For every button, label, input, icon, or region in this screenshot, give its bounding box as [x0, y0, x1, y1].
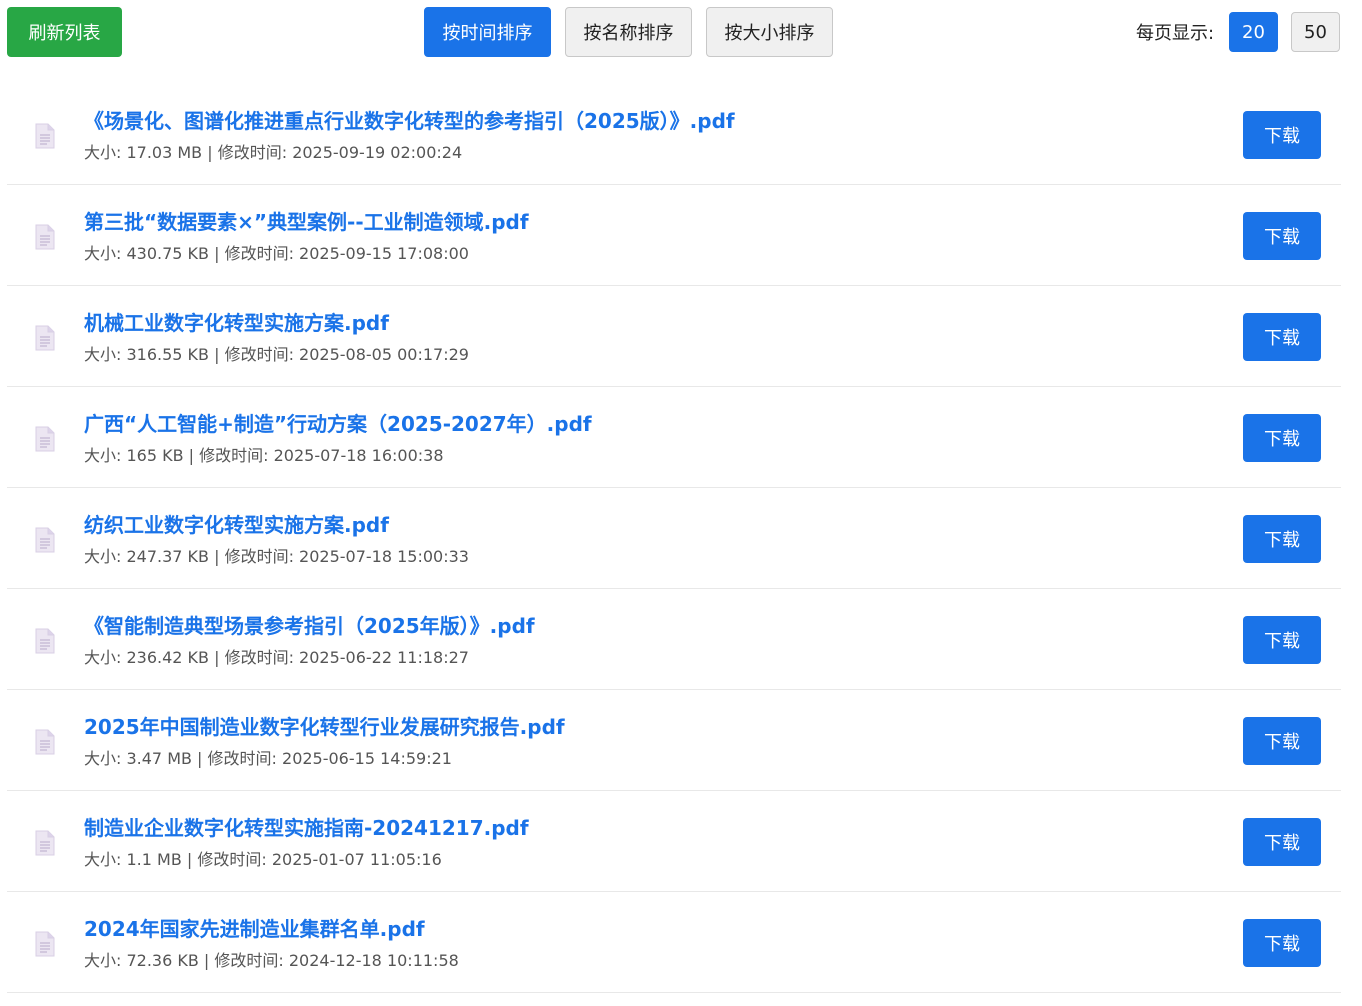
file-list-item: 机械工业数字化转型实施方案.pdf 大小: 316.55 KB | 修改时间: … [7, 286, 1341, 387]
download-button[interactable]: 下载 [1243, 717, 1321, 765]
file-list-item: 广西“人工智能+制造”行动方案（2025-2027年）.pdf 大小: 165 … [7, 387, 1341, 488]
sort-by-name-button[interactable]: 按名称排序 [565, 7, 692, 57]
file-list-item: 制造业企业数字化转型实施指南-20241217.pdf 大小: 1.1 MB |… [7, 791, 1341, 892]
file-meta: 大小: 1.1 MB | 修改时间: 2025-01-07 11:05:16 [84, 850, 442, 869]
download-button[interactable]: 下载 [1243, 515, 1321, 563]
file-name-link[interactable]: 2024年国家先进制造业集群名单.pdf [84, 916, 425, 942]
file-list-item: 纺织工业数字化转型实施方案.pdf 大小: 247.37 KB | 修改时间: … [7, 488, 1341, 589]
file-name-link[interactable]: 第三批“数据要素×”典型案例--工业制造领域.pdf [84, 209, 529, 235]
document-icon [35, 527, 55, 553]
file-name-link[interactable]: 广西“人工智能+制造”行动方案（2025-2027年）.pdf [84, 411, 592, 437]
file-list-item: 2025年中国制造业数字化转型行业发展研究报告.pdf 大小: 3.47 MB … [7, 690, 1341, 791]
file-meta: 大小: 3.47 MB | 修改时间: 2025-06-15 14:59:21 [84, 749, 452, 768]
download-button[interactable]: 下载 [1243, 818, 1321, 866]
document-icon [35, 426, 55, 452]
file-meta: 大小: 247.37 KB | 修改时间: 2025-07-18 15:00:3… [84, 547, 469, 566]
document-icon [35, 123, 55, 149]
file-list-item: 第三批“数据要素×”典型案例--工业制造领域.pdf 大小: 430.75 KB… [7, 185, 1341, 286]
refresh-list-button[interactable]: 刷新列表 [7, 7, 122, 57]
file-list: 《场景化、图谱化推进重点行业数字化转型的参考指引（2025版）》.pdf 大小:… [7, 84, 1341, 993]
download-button[interactable]: 下载 [1243, 313, 1321, 361]
file-name-link[interactable]: 制造业企业数字化转型实施指南-20241217.pdf [84, 815, 529, 841]
per-page-label: 每页显示: [1136, 23, 1215, 44]
file-meta: 大小: 72.36 KB | 修改时间: 2024-12-18 10:11:58 [84, 951, 459, 970]
document-icon [35, 628, 55, 654]
toolbar: 刷新列表 按时间排序 按名称排序 按大小排序 每页显示: 20 50 [0, 0, 1362, 64]
file-meta: 大小: 430.75 KB | 修改时间: 2025-09-15 17:08:0… [84, 244, 469, 263]
file-list-item: 《智能制造典型场景参考指引（2025年版）》.pdf 大小: 236.42 KB… [7, 589, 1341, 690]
file-name-link[interactable]: 纺织工业数字化转型实施方案.pdf [84, 512, 389, 538]
file-name-link[interactable]: 机械工业数字化转型实施方案.pdf [84, 310, 389, 336]
file-meta: 大小: 236.42 KB | 修改时间: 2025-06-22 11:18:2… [84, 648, 469, 667]
document-icon [35, 729, 55, 755]
per-page-50-button[interactable]: 50 [1291, 12, 1340, 52]
file-name-link[interactable]: 《场景化、图谱化推进重点行业数字化转型的参考指引（2025版）》.pdf [84, 108, 735, 134]
sort-by-size-button[interactable]: 按大小排序 [706, 7, 833, 57]
file-list-item: 《场景化、图谱化推进重点行业数字化转型的参考指引（2025版）》.pdf 大小:… [7, 84, 1341, 185]
file-meta: 大小: 316.55 KB | 修改时间: 2025-08-05 00:17:2… [84, 345, 469, 364]
per-page-20-button[interactable]: 20 [1229, 12, 1278, 52]
download-button[interactable]: 下载 [1243, 919, 1321, 967]
file-meta: 大小: 165 KB | 修改时间: 2025-07-18 16:00:38 [84, 446, 444, 465]
file-list-item: 2024年国家先进制造业集群名单.pdf 大小: 72.36 KB | 修改时间… [7, 892, 1341, 993]
download-button[interactable]: 下载 [1243, 212, 1321, 260]
document-icon [35, 325, 55, 351]
download-button[interactable]: 下载 [1243, 111, 1321, 159]
download-button[interactable]: 下载 [1243, 414, 1321, 462]
file-name-link[interactable]: 2025年中国制造业数字化转型行业发展研究报告.pdf [84, 714, 565, 740]
download-button[interactable]: 下载 [1243, 616, 1321, 664]
sort-by-time-button[interactable]: 按时间排序 [424, 7, 551, 57]
document-icon [35, 931, 55, 957]
document-icon [35, 830, 55, 856]
file-name-link[interactable]: 《智能制造典型场景参考指引（2025年版）》.pdf [84, 613, 535, 639]
file-meta: 大小: 17.03 MB | 修改时间: 2025-09-19 02:00:24 [84, 143, 463, 162]
document-icon [35, 224, 55, 250]
